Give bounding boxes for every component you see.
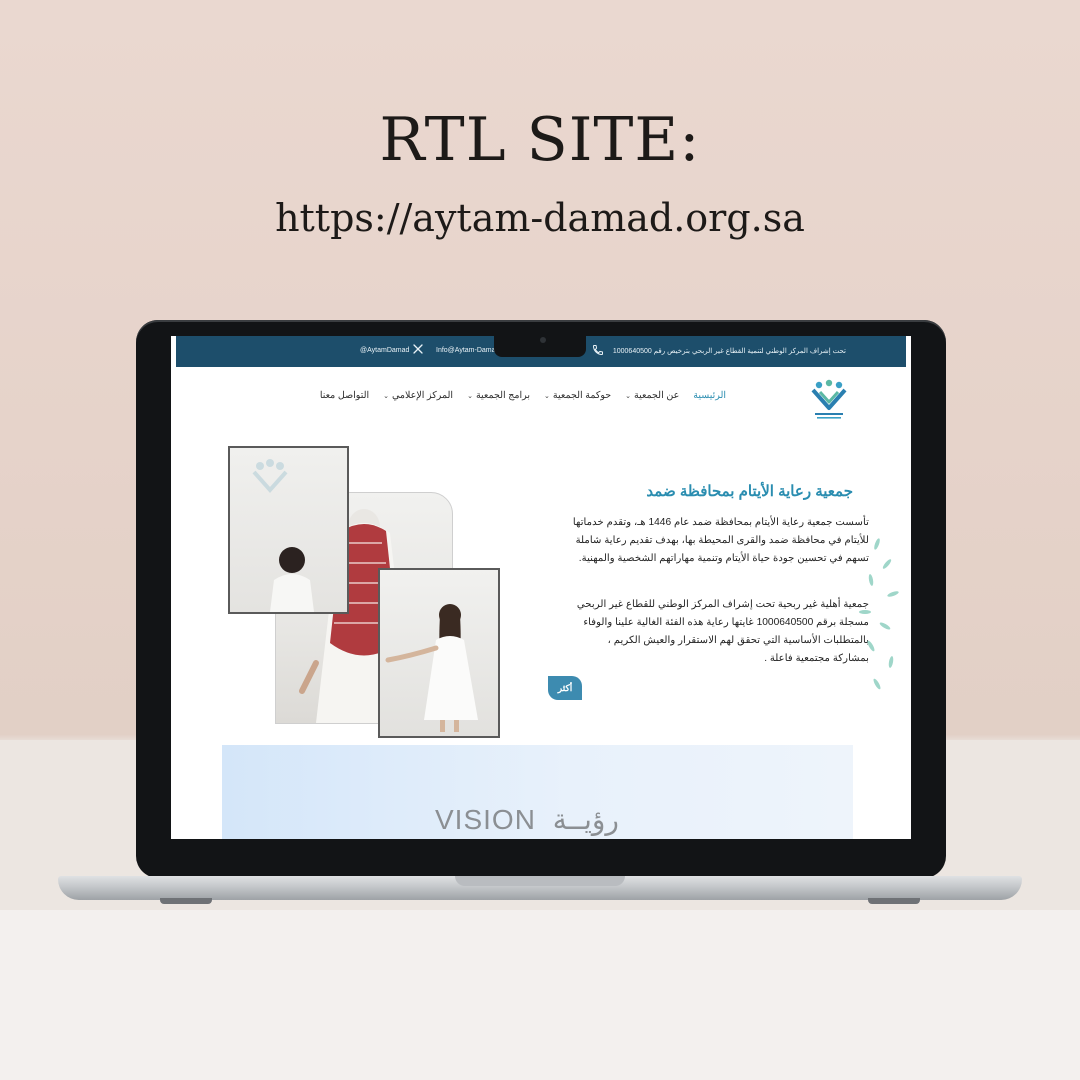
nav-item-about[interactable]: عن الجمعية ⌄ <box>625 390 679 401</box>
vision-section: VISION رؤيــة <box>222 745 853 839</box>
chevron-down-icon: ⌄ <box>383 392 389 400</box>
chevron-down-icon: ⌄ <box>467 392 473 400</box>
association-logo[interactable] <box>807 378 851 424</box>
decorative-leaf-pattern <box>859 538 899 690</box>
vision-arabic: رؤيــة <box>552 803 619 836</box>
laptop-foot-right <box>868 898 920 904</box>
main-navigation: الرئيسية عن الجمعية ⌄ حوكمة الجمعية ⌄ بر… <box>320 390 726 401</box>
nav-item-media-center[interactable]: المركز الإعلامي ⌄ <box>383 390 453 401</box>
nav-item-label: الرئيسية <box>693 390 726 401</box>
nav-item-label: التواصل معنا <box>319 390 370 401</box>
poster-url: https://aytam-damad.org.sa <box>275 196 805 240</box>
chevron-down-icon: ⌄ <box>544 392 550 400</box>
nav-item-label: عن الجمعية <box>634 390 680 401</box>
hero-title: جمعية رعاية الأيتام بمحافظة ضمد <box>646 483 853 500</box>
nav-item-label: برامج الجمعية <box>475 390 531 401</box>
twitter-handle[interactable]: @AytamDamad <box>360 347 409 354</box>
boy-illustration <box>252 459 314 612</box>
nav-item-governance[interactable]: حوكمة الجمعية ⌄ <box>544 390 611 401</box>
chevron-down-icon: ⌄ <box>625 392 632 400</box>
laptop-screen: تحت إشراف المركز الوطني لتنمية القطاع غي… <box>171 336 911 839</box>
hero-photo-girl <box>378 568 500 738</box>
email-link[interactable]: Info@Aytam-Damad <box>436 347 499 354</box>
hero-photo-boy <box>228 446 349 614</box>
laptop-foot-left <box>160 898 212 904</box>
hero-paragraph-founding: تأسست جمعية رعاية الأيتام بمحافظة ضمد عا… <box>572 517 869 564</box>
license-notice: تحت إشراف المركز الوطني لتنمية القطاع غي… <box>612 348 846 355</box>
phone-icon[interactable] <box>592 344 604 356</box>
nav-item-label: حوكمة الجمعية <box>552 390 612 401</box>
more-button[interactable]: أكثر <box>548 676 582 700</box>
laptop-lid-groove <box>455 876 625 886</box>
vision-heading: VISION رؤيــة <box>435 803 619 836</box>
nav-item-contact[interactable]: التواصل معنا <box>320 390 369 401</box>
nav-item-home[interactable]: الرئيسية <box>693 390 726 401</box>
poster-title: RTL SITE: <box>379 105 701 175</box>
vision-english: VISION <box>435 804 536 835</box>
nav-item-label: المركز الإعلامي <box>391 390 454 401</box>
girl-illustration <box>385 604 478 732</box>
nav-item-programs[interactable]: برامج الجمعية ⌄ <box>467 390 530 401</box>
desk-front <box>0 910 1080 1080</box>
x-twitter-icon[interactable] <box>412 343 424 355</box>
hero-paragraph-mission: جمعية أهلية غير ربحية تحت إشراف المركز ا… <box>576 599 869 664</box>
webcam-icon <box>540 337 546 343</box>
